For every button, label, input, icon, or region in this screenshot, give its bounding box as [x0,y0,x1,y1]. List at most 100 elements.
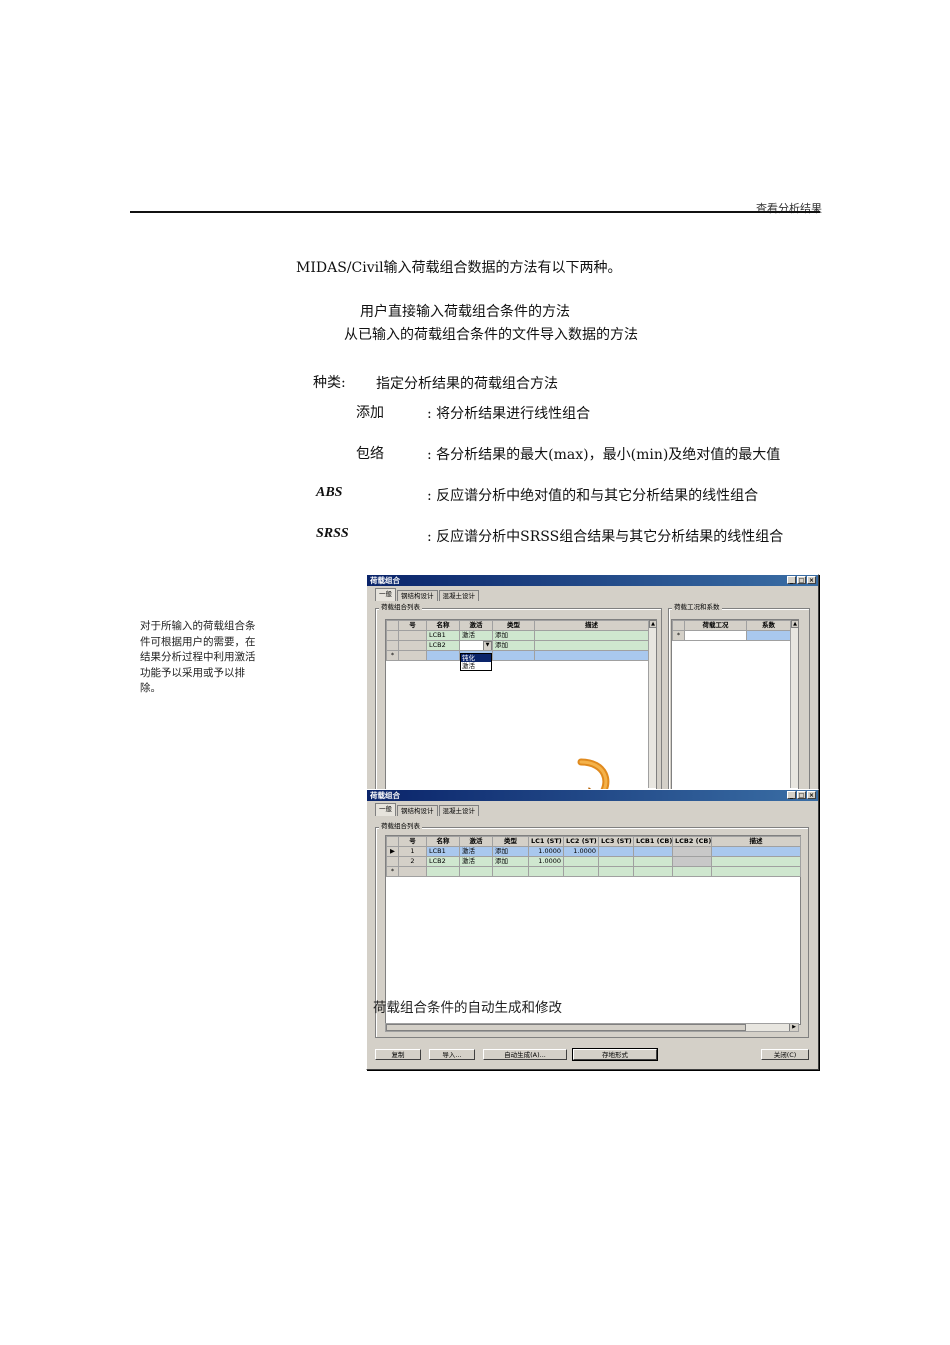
col-lc2[interactable]: LC2 (ST) [563,836,599,847]
dialog-2-title: 荷载组合 [370,791,400,800]
cell-lc1[interactable]: 1.0000 [528,856,564,867]
tab-steel-design[interactable]: 钢结构设计 [397,590,438,601]
cell-type[interactable]: 添加 [492,846,529,857]
table-row[interactable]: ▶ 1 LCB1 激活 添加 1.0000 1.0000 [386,846,801,857]
spreadsheet-button[interactable]: 存地形式 [572,1048,658,1061]
new-row[interactable]: * [386,866,801,877]
maximize-icon[interactable]: □ [797,576,806,584]
table-row[interactable]: LCB1 激活 添加 [386,630,649,641]
minimize-icon[interactable]: _ [787,791,796,799]
cell-description[interactable] [534,640,649,651]
intro-line: MIDAS/Civil输入荷载组合数据的方法有以下两种。 [296,260,622,276]
header-rule [130,211,820,213]
copy-button[interactable]: 复制 [375,1049,421,1060]
new-row[interactable]: * [386,650,649,661]
row-marker [386,856,399,867]
table-row[interactable]: LCB2 ▼ 添加 [386,640,649,651]
import-button[interactable]: 导入... [429,1049,475,1060]
cell-active[interactable]: 激活 [459,846,493,857]
cell-type[interactable]: 添加 [492,630,535,641]
type-name-add: 添加 [356,405,384,421]
cell-lcb2 [672,846,712,857]
chevron-down-icon[interactable]: ▼ [483,641,492,650]
cell-type[interactable]: 添加 [492,640,535,651]
tab-general[interactable]: 一般 [375,803,396,816]
cell-lcb1[interactable] [633,846,673,857]
load-cases-scrollbar[interactable]: ▲ [790,620,799,788]
col-name[interactable]: 名称 [426,620,460,631]
col-lc1[interactable]: LC1 (ST) [528,836,564,847]
load-cases-label: 荷载工况和系数 [672,603,722,611]
col-description[interactable]: 描述 [534,620,649,631]
col-factor[interactable]: 系数 [746,620,791,631]
tab-concrete-design[interactable]: 混凝土设计 [438,590,479,601]
minimize-icon[interactable]: _ [787,576,796,584]
cell-lcb1[interactable] [633,856,673,867]
dropdown-option-active[interactable]: 激活 [461,662,491,670]
types-desc: 指定分析结果的荷载组合方法 [376,376,558,392]
close-icon[interactable]: × [807,576,816,584]
cell-active[interactable]: 激活 [459,630,493,641]
cell-lc2[interactable]: 1.0000 [563,846,599,857]
cell-lc1[interactable]: 1.0000 [528,846,564,857]
scroll-up-icon[interactable]: ▲ [791,620,799,628]
col-active[interactable]: 激活 [459,836,493,847]
col-no[interactable]: 号 [398,620,427,631]
col-description[interactable]: 描述 [711,836,801,847]
scroll-thumb[interactable] [386,1024,746,1031]
types-label: 种类: [313,375,346,391]
type-desc-add: : 将分析结果进行线性组合 [427,406,591,422]
cell-name[interactable]: LCB2 [426,640,460,651]
type-name-srss: SRSS [316,526,349,541]
auto-generate-button[interactable]: 自动生成(A)... [483,1049,567,1060]
col-active[interactable]: 激活 [459,620,493,631]
grid-2-horizontal-scrollbar[interactable]: ▶ [385,1023,799,1032]
maximize-icon[interactable]: □ [797,791,806,799]
col-load-case[interactable]: 荷载工况 [684,620,747,631]
tab-general[interactable]: 一般 [375,588,396,601]
dialog-1-titlebar: 荷载组合 _ □ × [367,575,818,586]
col-lcb1[interactable]: LCB1 (CB) [633,836,673,847]
cell-lcb2 [672,856,712,867]
combination-grid-1[interactable]: 号 名称 激活 类型 描述 LCB1 激活 添加 LCB2 ▼ 添加 * 钝化 … [385,619,657,791]
dropdown-option-inactive[interactable]: 钝化 [461,654,491,662]
col-no[interactable]: 号 [398,836,427,847]
cell-description[interactable] [711,846,801,857]
new-row-marker: * [386,650,399,661]
cell-lc2[interactable] [563,856,599,867]
row-header-col [386,620,399,631]
grid-1-scrollbar[interactable]: ▲ [648,620,657,788]
cell-description[interactable] [534,630,649,641]
scroll-right-icon[interactable]: ▶ [789,1024,798,1031]
cell-name[interactable]: LCB1 [426,630,460,641]
close-icon[interactable]: × [807,791,816,799]
cell-name[interactable]: LCB2 [426,856,460,867]
cell-active[interactable]: 激活 [459,856,493,867]
type-desc-srss: : 反应谱分析中SRSS组合结果与其它分析结果的线性组合 [427,529,784,545]
cell-name[interactable]: LCB1 [426,846,460,857]
combination-list-label: 荷载组合列表 [379,822,422,830]
side-note: 对于所输入的荷载组合条件可根据用户的需要，在结果分析过程中利用激活功能予以采用或… [140,620,256,694]
method-1: 用户直接输入荷载组合条件的方法 [360,304,570,320]
dialog-2-titlebar: 荷载组合 _ □ × [367,790,818,801]
col-type[interactable]: 类型 [492,836,529,847]
col-lcb2[interactable]: LCB2 (CB) [672,836,712,847]
tab-steel-design[interactable]: 钢结构设计 [397,805,438,816]
col-type[interactable]: 类型 [492,620,535,631]
new-row[interactable]: * [672,630,791,641]
cell-lc3[interactable] [598,856,634,867]
tab-concrete-design[interactable]: 混凝土设计 [438,805,479,816]
scroll-up-icon[interactable]: ▲ [649,620,657,628]
load-cases-grid[interactable]: 荷载工况 系数 * ▲ [671,619,799,791]
cell-type[interactable]: 添加 [492,856,529,867]
cell-lc3[interactable] [598,846,634,857]
col-lc3[interactable]: LC3 (ST) [598,836,634,847]
active-dropdown-list[interactable]: 钝化 激活 [460,653,492,671]
table-row[interactable]: 2 LCB2 激活 添加 1.0000 [386,856,801,867]
load-combination-dialog-2: 荷载组合 _ □ × 一般 钢结构设计 混凝土设计 荷载组合列表 号 名称 激活… [366,789,819,1070]
cell-active-dropdown[interactable]: ▼ [459,640,493,651]
close-button[interactable]: 关闭(C) [761,1049,809,1060]
type-name-abs: ABS [316,485,343,500]
col-name[interactable]: 名称 [426,836,460,847]
cell-description[interactable] [711,856,801,867]
